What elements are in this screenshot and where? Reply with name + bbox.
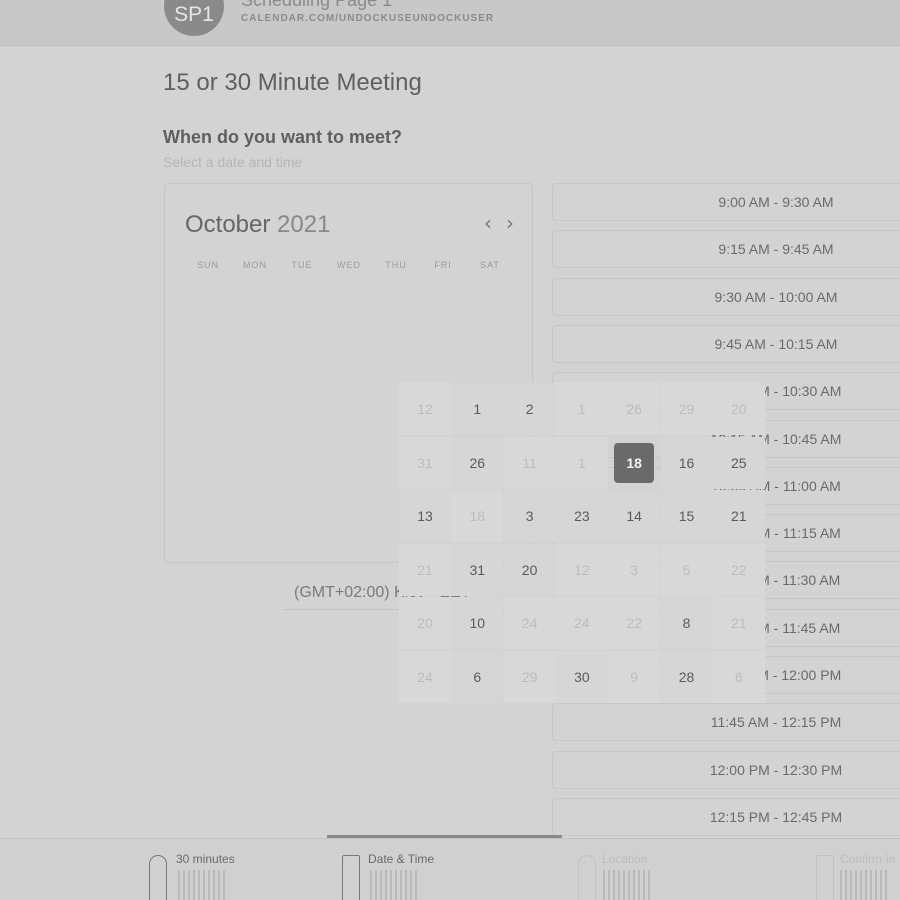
calendar-day[interactable]: 6 (451, 651, 504, 703)
calendar-day[interactable]: 23 (555, 490, 608, 543)
calendar-day: 21 (399, 543, 451, 596)
calendar-day: 20 (399, 597, 451, 650)
calendar-day[interactable]: 1 (451, 383, 504, 435)
date-question-heading: When do you want to meet? (163, 127, 402, 147)
step-date-time[interactable]: Date & Time (368, 852, 434, 866)
step-duration[interactable]: 30 minutes (176, 852, 235, 866)
time-slot-button[interactable]: 12:00 PM - 12:30 PM (552, 750, 900, 789)
calendar-day: 29 (660, 383, 713, 435)
day-of-week-wed: WED (337, 260, 361, 270)
calendar-day[interactable]: 3 (503, 490, 556, 543)
calendar-day[interactable]: 8 (660, 597, 713, 650)
time-slot-button[interactable]: 9:15 AM - 9:45 AM (552, 230, 900, 269)
calendar-day[interactable]: 2 (503, 383, 556, 435)
calendar-day: 31 (399, 436, 451, 489)
meeting-title: 15 or 30 Minute Meeting (163, 69, 422, 96)
step-navigation (0, 838, 900, 900)
chevron-right-icon: › (506, 211, 514, 235)
calendar-day-selected[interactable]: 18 (614, 442, 655, 483)
time-slot-button[interactable]: 9:45 AM - 10:15 AM (552, 324, 900, 363)
calendar-day: 12 (555, 543, 608, 596)
calendar-day: 26 (608, 383, 661, 435)
time-slot-button[interactable]: 9:30 AM - 10:00 AM (552, 277, 900, 316)
calendar-day: 20 (712, 383, 765, 435)
month-label: October (185, 211, 271, 238)
avatar: SP1 (164, 0, 224, 36)
day-of-week-thu: THU (385, 260, 407, 270)
scheduling-page-name: Scheduling Page 1 (241, 0, 393, 10)
calendar-day: 22 (712, 543, 765, 596)
day-of-week-sun: SUN (196, 260, 219, 270)
day-of-week-mon: MON (243, 260, 267, 270)
calendar-day: 6 (712, 651, 765, 703)
time-slot-button[interactable]: 9:00 AM - 9:30 AM (552, 183, 900, 221)
calendar-day[interactable]: 25 (712, 436, 765, 489)
calendar-day[interactable]: 10 (451, 597, 504, 650)
calendar-day: 1 (555, 383, 608, 435)
calendar-day[interactable]: 20 (503, 543, 556, 596)
step-location-art (603, 870, 653, 900)
header-bar: SP1 Scheduling Page 1 CALENDAR.COM/UNDOC… (0, 0, 900, 46)
location-pin-icon (578, 855, 596, 900)
calendar-day: 24 (555, 597, 608, 650)
calendar-day: 24 (399, 651, 451, 703)
next-month-button[interactable]: › (499, 212, 521, 236)
calendar-day[interactable]: 30 (555, 651, 608, 703)
calendar-day[interactable]: 15 (660, 490, 713, 543)
step-confirm[interactable]: Confirm In (840, 852, 895, 866)
calendar-day: 18 (451, 490, 504, 543)
calendar-day: 12 (399, 383, 451, 435)
clock-icon (149, 855, 167, 900)
time-slot-button[interactable]: 11:45 AM - 12:15 PM (552, 703, 900, 742)
day-of-week-sat: SAT (480, 260, 500, 270)
chevron-left-icon: ‹ (484, 211, 492, 235)
step-location[interactable]: Location (602, 852, 647, 866)
calendar-day[interactable]: 13 (399, 490, 451, 543)
calendar-day: 9 (608, 651, 661, 703)
calendar-day: 21 (712, 597, 765, 650)
confirm-icon (816, 855, 834, 900)
active-step-indicator (327, 835, 562, 838)
calendar-day[interactable]: 28 (660, 651, 713, 703)
scheduling-page-url[interactable]: CALENDAR.COM/UNDOCKUSEUNDOCKUSER (241, 13, 494, 24)
step-confirm-art (840, 870, 890, 900)
day-of-week-fri: FRI (434, 260, 452, 270)
calendar-day: 22 (608, 597, 661, 650)
calendar-day: 1 (555, 436, 608, 489)
step-date-time-art (370, 870, 420, 900)
calendar-day: 11 (503, 436, 556, 489)
calendar-day: 24 (503, 597, 556, 650)
calendar-icon (342, 855, 360, 900)
month-year-label: October 2021 (185, 211, 330, 239)
date-question-subtitle: Select a date and time (163, 154, 303, 170)
calendar-day: 3 (608, 543, 661, 596)
calendar-day[interactable]: 21 (712, 490, 765, 543)
step-duration-art (178, 870, 228, 900)
calendar-day: 5 (660, 543, 713, 596)
year-label: 2021 (277, 211, 331, 238)
calendar-day[interactable]: 26 (451, 436, 504, 489)
calendar-day: 29 (503, 651, 556, 703)
day-of-week-tue: TUE (291, 260, 313, 270)
prev-month-button[interactable]: ‹ (477, 212, 499, 236)
calendar-day[interactable]: 16 (660, 436, 713, 489)
calendar-day[interactable]: 14 (608, 490, 661, 543)
calendar-day[interactable]: 31 (451, 543, 504, 596)
time-slot-button[interactable]: 12:15 PM - 12:45 PM (552, 797, 900, 836)
